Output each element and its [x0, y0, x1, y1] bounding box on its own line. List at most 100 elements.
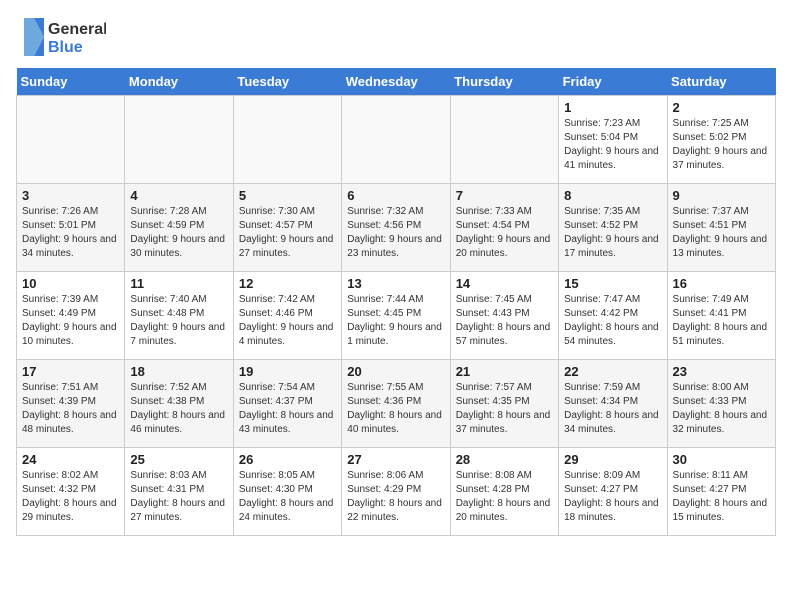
day-number: 24 [22, 452, 119, 467]
calendar-cell: 28 Sunrise: 8:08 AM Sunset: 4:28 PM Dayli… [450, 448, 558, 536]
calendar-cell: 15 Sunrise: 7:47 AM Sunset: 4:42 PM Dayli… [559, 272, 667, 360]
day-header-friday: Friday [559, 68, 667, 96]
cell-info: Sunrise: 7:25 AM Sunset: 5:02 PM Dayligh… [673, 117, 770, 173]
svg-text:Blue: Blue [48, 39, 83, 56]
day-number: 26 [239, 452, 336, 467]
calendar-week-2: 3 Sunrise: 7:26 AM Sunset: 5:01 PM Daylig… [17, 184, 776, 272]
calendar-cell [125, 96, 233, 184]
day-number: 9 [673, 188, 770, 203]
calendar-cell: 26 Sunrise: 8:05 AM Sunset: 4:30 PM Dayli… [233, 448, 341, 536]
cell-info: Sunrise: 7:35 AM Sunset: 4:52 PM Dayligh… [564, 205, 661, 261]
calendar-cell [233, 96, 341, 184]
cell-info: Sunrise: 8:03 AM Sunset: 4:31 PM Dayligh… [130, 469, 227, 525]
cell-info: Sunrise: 7:52 AM Sunset: 4:38 PM Dayligh… [130, 381, 227, 437]
calendar-table: SundayMondayTuesdayWednesdayThursdayFrid… [16, 68, 776, 536]
calendar-cell: 16 Sunrise: 7:49 AM Sunset: 4:41 PM Dayli… [667, 272, 775, 360]
calendar-cell: 18 Sunrise: 7:52 AM Sunset: 4:38 PM Dayli… [125, 360, 233, 448]
cell-info: Sunrise: 7:42 AM Sunset: 4:46 PM Dayligh… [239, 293, 336, 349]
cell-info: Sunrise: 7:57 AM Sunset: 4:35 PM Dayligh… [456, 381, 553, 437]
day-number: 29 [564, 452, 661, 467]
day-number: 14 [456, 276, 553, 291]
calendar-cell: 13Sunrise: 7:44 AM Sunset: 4:45 PM Dayli… [342, 272, 450, 360]
cell-info: Sunrise: 8:02 AM Sunset: 4:32 PM Dayligh… [22, 469, 119, 525]
day-number: 5 [239, 188, 336, 203]
calendar-cell: 20Sunrise: 7:55 AM Sunset: 4:36 PM Dayli… [342, 360, 450, 448]
cell-info: Sunrise: 7:23 AM Sunset: 5:04 PM Dayligh… [564, 117, 661, 173]
day-header-sunday: Sunday [17, 68, 125, 96]
cell-info: Sunrise: 7:59 AM Sunset: 4:34 PM Dayligh… [564, 381, 661, 437]
calendar-cell [450, 96, 558, 184]
day-header-monday: Monday [125, 68, 233, 96]
day-header-tuesday: Tuesday [233, 68, 341, 96]
day-number: 18 [130, 364, 227, 379]
calendar-cell: 12 Sunrise: 7:42 AM Sunset: 4:46 PM Dayli… [233, 272, 341, 360]
cell-info: Sunrise: 7:30 AM Sunset: 4:57 PM Dayligh… [239, 205, 336, 261]
day-number: 4 [130, 188, 227, 203]
cell-info: Sunrise: 8:11 AM Sunset: 4:27 PM Dayligh… [673, 469, 770, 525]
calendar-week-5: 24 Sunrise: 8:02 AM Sunset: 4:32 PM Dayli… [17, 448, 776, 536]
day-number: 10 [22, 276, 119, 291]
calendar-cell: 21 Sunrise: 7:57 AM Sunset: 4:35 PM Dayli… [450, 360, 558, 448]
calendar-week-3: 10Sunrise: 7:39 AM Sunset: 4:49 PM Dayli… [17, 272, 776, 360]
calendar-cell: 27Sunrise: 8:06 AM Sunset: 4:29 PM Dayli… [342, 448, 450, 536]
logo-svg: GeneralBlue [16, 16, 106, 60]
cell-info: Sunrise: 7:54 AM Sunset: 4:37 PM Dayligh… [239, 381, 336, 437]
day-number: 23 [673, 364, 770, 379]
day-number: 17 [22, 364, 119, 379]
day-header-saturday: Saturday [667, 68, 775, 96]
calendar-cell: 7Sunrise: 7:33 AM Sunset: 4:54 PM Daylig… [450, 184, 558, 272]
calendar-header-row: SundayMondayTuesdayWednesdayThursdayFrid… [17, 68, 776, 96]
cell-info: Sunrise: 8:05 AM Sunset: 4:30 PM Dayligh… [239, 469, 336, 525]
cell-info: Sunrise: 7:40 AM Sunset: 4:48 PM Dayligh… [130, 293, 227, 349]
calendar-cell: 1 Sunrise: 7:23 AM Sunset: 5:04 PM Daylig… [559, 96, 667, 184]
calendar-cell: 8Sunrise: 7:35 AM Sunset: 4:52 PM Daylig… [559, 184, 667, 272]
day-header-thursday: Thursday [450, 68, 558, 96]
day-number: 30 [673, 452, 770, 467]
calendar-cell [17, 96, 125, 184]
day-number: 6 [347, 188, 444, 203]
calendar-cell: 5 Sunrise: 7:30 AM Sunset: 4:57 PM Daylig… [233, 184, 341, 272]
cell-info: Sunrise: 7:49 AM Sunset: 4:41 PM Dayligh… [673, 293, 770, 349]
calendar-cell: 2Sunrise: 7:25 AM Sunset: 5:02 PM Daylig… [667, 96, 775, 184]
calendar-cell: 23 Sunrise: 8:00 AM Sunset: 4:33 PM Dayli… [667, 360, 775, 448]
day-number: 25 [130, 452, 227, 467]
calendar-week-4: 17 Sunrise: 7:51 AM Sunset: 4:39 PM Dayli… [17, 360, 776, 448]
cell-info: Sunrise: 8:06 AM Sunset: 4:29 PM Dayligh… [347, 469, 444, 525]
cell-info: Sunrise: 8:08 AM Sunset: 4:28 PM Dayligh… [456, 469, 553, 525]
calendar-cell: 3 Sunrise: 7:26 AM Sunset: 5:01 PM Daylig… [17, 184, 125, 272]
cell-info: Sunrise: 7:26 AM Sunset: 5:01 PM Dayligh… [22, 205, 119, 261]
calendar-cell: 11 Sunrise: 7:40 AM Sunset: 4:48 PM Dayli… [125, 272, 233, 360]
day-number: 1 [564, 100, 661, 115]
cell-info: Sunrise: 7:44 AM Sunset: 4:45 PM Dayligh… [347, 293, 444, 349]
day-number: 11 [130, 276, 227, 291]
cell-info: Sunrise: 7:45 AM Sunset: 4:43 PM Dayligh… [456, 293, 553, 349]
calendar-cell: 29 Sunrise: 8:09 AM Sunset: 4:27 PM Dayli… [559, 448, 667, 536]
cell-info: Sunrise: 8:09 AM Sunset: 4:27 PM Dayligh… [564, 469, 661, 525]
calendar-cell: 30 Sunrise: 8:11 AM Sunset: 4:27 PM Dayli… [667, 448, 775, 536]
day-number: 15 [564, 276, 661, 291]
calendar-cell: 24 Sunrise: 8:02 AM Sunset: 4:32 PM Dayli… [17, 448, 125, 536]
cell-info: Sunrise: 7:47 AM Sunset: 4:42 PM Dayligh… [564, 293, 661, 349]
cell-info: Sunrise: 7:28 AM Sunset: 4:59 PM Dayligh… [130, 205, 227, 261]
calendar-cell: 25 Sunrise: 8:03 AM Sunset: 4:31 PM Dayli… [125, 448, 233, 536]
header: GeneralBlue [16, 16, 776, 60]
day-number: 22 [564, 364, 661, 379]
day-number: 19 [239, 364, 336, 379]
calendar-cell: 10Sunrise: 7:39 AM Sunset: 4:49 PM Dayli… [17, 272, 125, 360]
day-number: 3 [22, 188, 119, 203]
calendar-cell: 22 Sunrise: 7:59 AM Sunset: 4:34 PM Dayli… [559, 360, 667, 448]
calendar-cell: 17 Sunrise: 7:51 AM Sunset: 4:39 PM Dayli… [17, 360, 125, 448]
day-number: 21 [456, 364, 553, 379]
cell-info: Sunrise: 7:32 AM Sunset: 4:56 PM Dayligh… [347, 205, 444, 261]
day-number: 16 [673, 276, 770, 291]
calendar-cell: 6 Sunrise: 7:32 AM Sunset: 4:56 PM Daylig… [342, 184, 450, 272]
svg-text:General: General [48, 21, 106, 38]
cell-info: Sunrise: 7:51 AM Sunset: 4:39 PM Dayligh… [22, 381, 119, 437]
day-number: 7 [456, 188, 553, 203]
cell-info: Sunrise: 8:00 AM Sunset: 4:33 PM Dayligh… [673, 381, 770, 437]
calendar-cell: 4 Sunrise: 7:28 AM Sunset: 4:59 PM Daylig… [125, 184, 233, 272]
day-number: 12 [239, 276, 336, 291]
calendar-cell: 19 Sunrise: 7:54 AM Sunset: 4:37 PM Dayli… [233, 360, 341, 448]
calendar-cell [342, 96, 450, 184]
day-number: 28 [456, 452, 553, 467]
